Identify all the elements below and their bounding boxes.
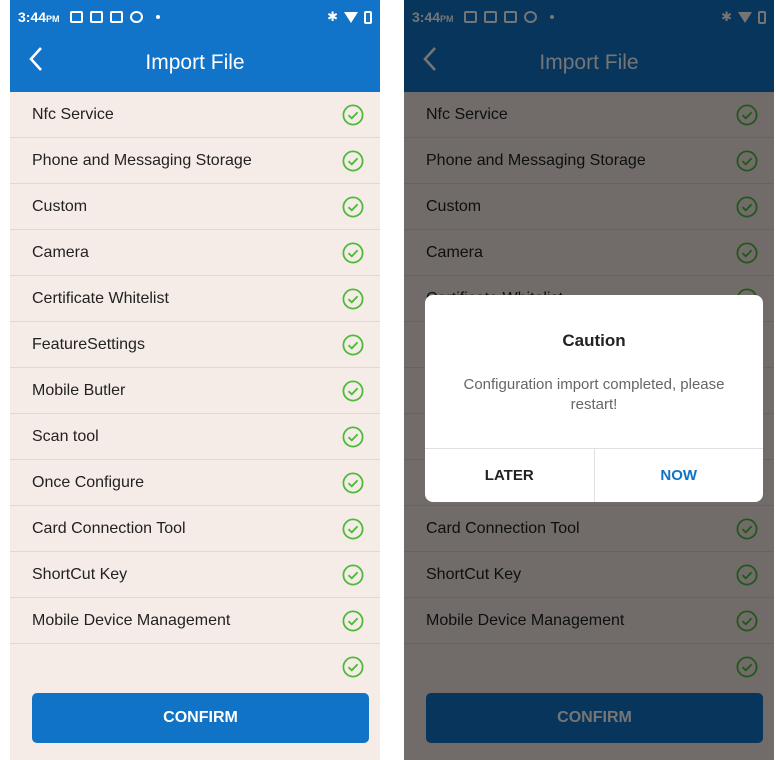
list-item[interactable]: FeatureSettings (10, 322, 380, 368)
list-item[interactable]: Certificate Whitelist (10, 276, 380, 322)
status-time: 3:44PM (18, 9, 60, 25)
status-bar: 3:44PM ✱ (10, 0, 380, 34)
phone-screen-import-list: 3:44PM ✱ Import File Nfc Service Phone an… (10, 0, 380, 760)
list-item[interactable]: ShortCut Key (10, 552, 380, 598)
list-item[interactable]: Nfc Service (10, 92, 380, 138)
list-item[interactable]: Scan tool (10, 414, 380, 460)
list-item[interactable]: Card Connection Tool (10, 506, 380, 552)
caution-dialog: Caution Configuration import completed, … (425, 295, 763, 502)
battery-icon (364, 10, 372, 24)
list-item[interactable]: Mobile Butler (10, 368, 380, 414)
app-icon (89, 11, 103, 23)
list-item-label: Nfc Service (32, 105, 114, 123)
check-circle-icon (342, 288, 364, 310)
chevron-left-icon (29, 47, 42, 71)
check-circle-icon (342, 564, 364, 586)
list-item[interactable]: Once Configure (10, 460, 380, 506)
later-button[interactable]: LATER (425, 449, 595, 502)
now-button[interactable]: NOW (595, 449, 764, 502)
dialog-message: Configuration import completed, please r… (463, 376, 725, 413)
list-item-partial[interactable] (10, 644, 380, 680)
list-item-label: Once Configure (32, 473, 145, 491)
phone-screen-import-dialog: 3:44PM ✱ Import File Nfc ServicePhone an… (404, 0, 774, 760)
list-item-label: ShortCut Key (32, 565, 128, 583)
check-circle-icon (342, 426, 364, 448)
check-circle-icon (342, 656, 364, 678)
page-title: Import File (145, 51, 245, 74)
list-item-label: Mobile Device Management (32, 611, 231, 629)
list-item-label: Phone and Messaging Storage (32, 151, 252, 169)
footer: CONFIRM (10, 680, 380, 760)
check-circle-icon (342, 104, 364, 126)
check-circle-icon (342, 610, 364, 632)
list-item-label: FeatureSettings (32, 335, 145, 353)
dialog-title: Caution (562, 331, 626, 350)
check-circle-icon (342, 518, 364, 540)
list-item[interactable]: Mobile Device Management (10, 598, 380, 644)
list-item-label: Mobile Butler (32, 381, 126, 399)
import-item-list[interactable]: Nfc Service Phone and Messaging Storage Cu… (10, 92, 380, 680)
list-item-label: Certificate Whitelist (32, 289, 169, 307)
check-circle-icon (342, 196, 364, 218)
check-circle-icon (342, 150, 364, 172)
bluetooth-icon: ✱ (327, 9, 338, 24)
list-item[interactable]: Phone and Messaging Storage (10, 138, 380, 184)
check-circle-icon (342, 380, 364, 402)
app-bar: Import File (10, 34, 380, 92)
list-item-label: Scan tool (32, 427, 99, 445)
list-item[interactable]: Custom (10, 184, 380, 230)
wifi-icon (344, 11, 358, 23)
more-notifications-icon (155, 15, 160, 19)
notification-icon (69, 11, 83, 23)
back-button[interactable] (28, 46, 44, 72)
check-circle-icon (342, 472, 364, 494)
check-circle-icon (342, 334, 364, 356)
list-item[interactable]: Camera (10, 230, 380, 276)
check-circle-icon (342, 242, 364, 264)
list-item-label: Custom (32, 197, 88, 215)
dialog-actions: LATER NOW (425, 448, 763, 502)
contact-icon (109, 11, 123, 23)
list-item-label: Card Connection Tool (32, 519, 186, 537)
confirm-button[interactable]: CONFIRM (32, 693, 369, 743)
sync-icon (129, 11, 143, 23)
list-item-label: Camera (32, 243, 89, 261)
